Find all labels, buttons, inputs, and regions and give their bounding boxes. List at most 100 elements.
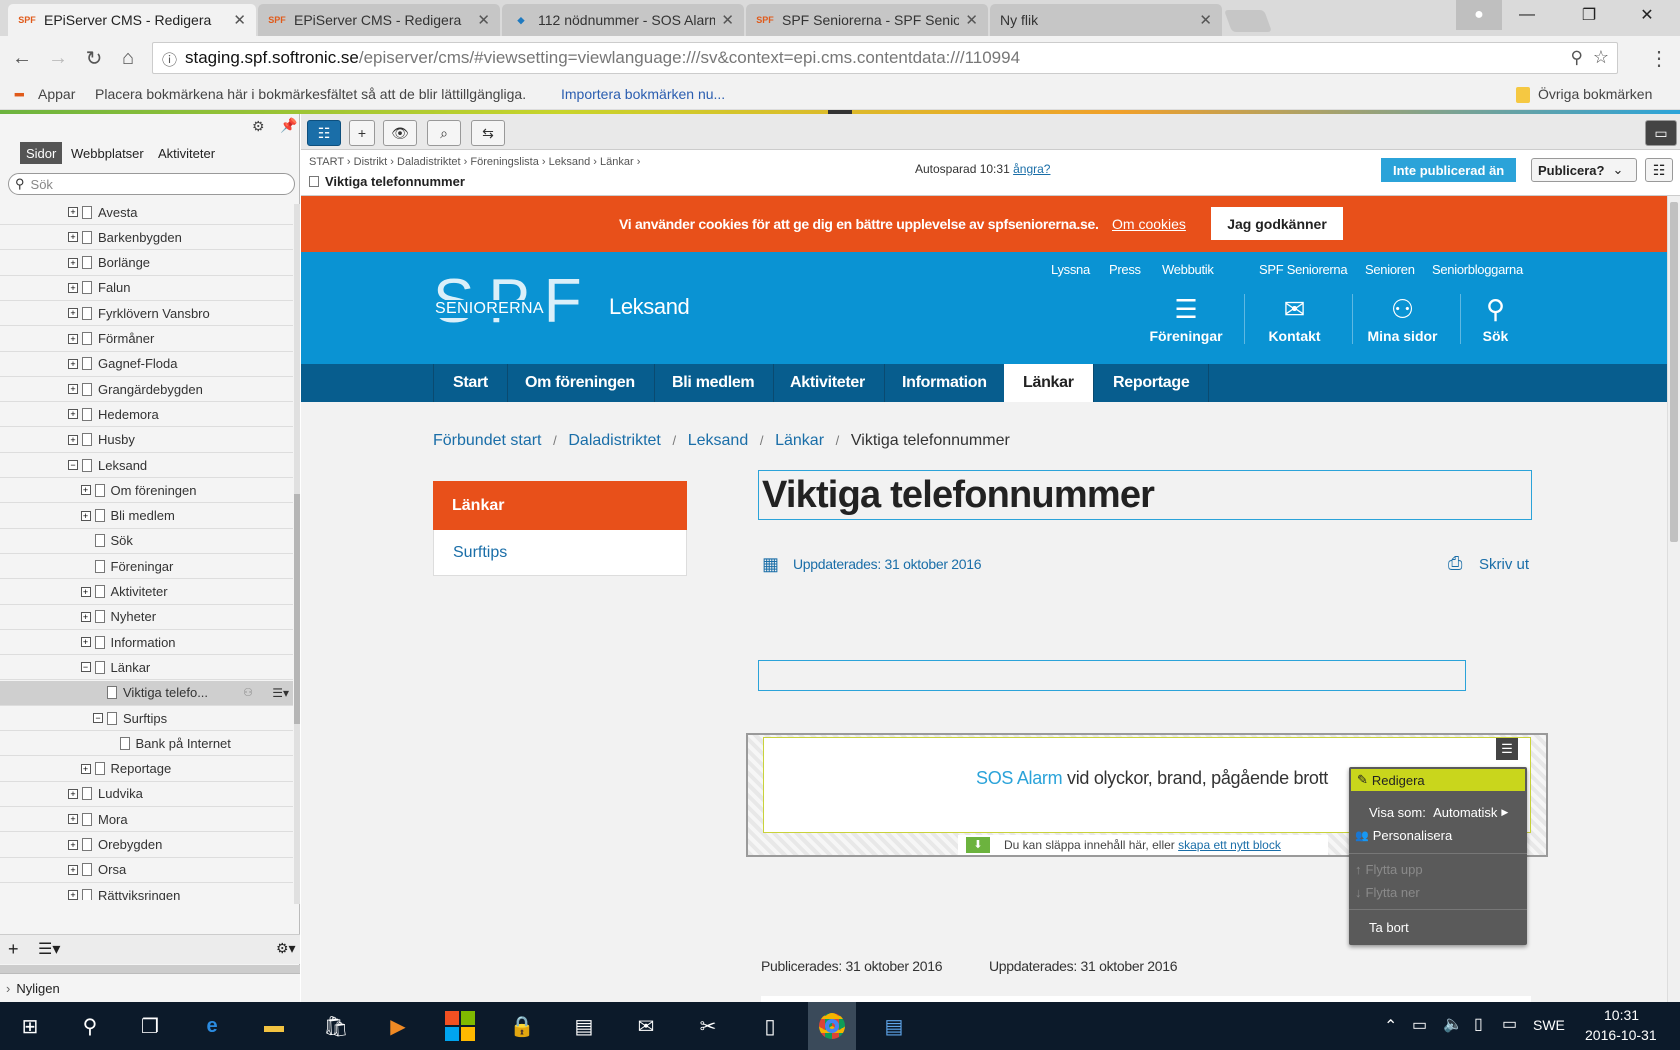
other-bookmarks[interactable]: Övriga bokmärken: [1538, 86, 1652, 102]
expand-icon[interactable]: +: [68, 207, 78, 217]
tree-item[interactable]: + Information: [0, 630, 293, 656]
recent-panel[interactable]: › Nyligen: [0, 973, 300, 1002]
expand-icon[interactable]: +: [68, 409, 78, 420]
minimize-icon[interactable]: —: [1504, 0, 1550, 30]
add-button[interactable]: +: [349, 120, 375, 146]
battery-icon[interactable]: ▯: [1474, 1014, 1483, 1034]
expand-icon[interactable]: +: [68, 308, 78, 319]
tab-4[interactable]: SPF SPF Seniorerna - SPF Seniorerna ✕: [746, 4, 988, 36]
tree-item[interactable]: + Borlänge: [0, 251, 293, 276]
block-menu-icon[interactable]: ☰: [1496, 738, 1518, 760]
side-nav-heading[interactable]: Länkar: [433, 481, 687, 530]
tree-item[interactable]: + Falun: [0, 276, 293, 301]
settings-icon[interactable]: ⚙▾: [276, 940, 296, 957]
collapse-icon[interactable]: −: [93, 713, 103, 723]
network-icon[interactable]: ▭: [1412, 1015, 1427, 1035]
tab-1[interactable]: SPF EPiServer CMS - Redigera ✕: [8, 4, 256, 36]
notes-icon[interactable]: ▤: [568, 1010, 600, 1042]
menu-information[interactable]: Information: [883, 364, 1007, 402]
close-window-icon[interactable]: ✕: [1624, 0, 1670, 30]
assets-pane-button[interactable]: ▭: [1645, 120, 1677, 146]
crumb-daladistriktet[interactable]: Daladistriktet: [568, 432, 660, 449]
document-icon[interactable]: ▯: [754, 1010, 786, 1042]
menu-start[interactable]: Start: [433, 364, 508, 402]
paint-icon[interactable]: ✂: [692, 1010, 724, 1042]
crumb-forbundet[interactable]: Förbundet start: [433, 432, 542, 449]
forward-icon[interactable]: →: [44, 44, 72, 72]
tab-activities[interactable]: Aktiviteter: [152, 142, 221, 164]
profile-icon[interactable]: ●: [1456, 0, 1502, 30]
menu-move-down[interactable]: ↓ Flytta ner: [1355, 885, 1420, 900]
tree-item[interactable]: − Leksand: [0, 453, 293, 478]
crumb-lankar[interactable]: Länkar: [600, 156, 634, 168]
expand-icon[interactable]: +: [68, 384, 78, 395]
menu-aktiviteter[interactable]: Aktiviteter: [771, 364, 885, 402]
tab-2[interactable]: SPF EPiServer CMS - Redigera ✕: [258, 4, 500, 36]
thunderbird-icon[interactable]: ✉: [630, 1010, 662, 1042]
crumb-foreningslista[interactable]: Föreningslista: [470, 156, 538, 168]
import-bookmarks-link[interactable]: Importera bokmärken nu...: [561, 86, 725, 102]
header-foreningar[interactable]: ☰ Föreningar: [1136, 294, 1236, 344]
tree-item[interactable]: Bank på Internet: [0, 731, 293, 757]
expand-icon[interactable]: +: [68, 333, 78, 344]
tree-item[interactable]: + Aktiviteter: [0, 580, 293, 605]
menu-delete[interactable]: Ta bort: [1369, 920, 1409, 935]
print-icon[interactable]: ⎙: [1448, 553, 1462, 574]
crumb-distrikt[interactable]: Distrikt: [354, 156, 388, 168]
menu-personalize[interactable]: 👥 Personalisera: [1355, 828, 1452, 843]
expand-icon[interactable]: +: [80, 485, 91, 496]
link-press[interactable]: Press: [1109, 262, 1141, 277]
back-icon[interactable]: ←: [8, 44, 36, 72]
add-icon[interactable]: +: [8, 939, 19, 960]
page-title[interactable]: Viktiga telefonnummer: [758, 470, 1532, 520]
tree-item[interactable]: + Mora: [0, 807, 293, 833]
tree-item[interactable]: + Rättviksringen: [0, 883, 293, 900]
crumb-leksand[interactable]: Leksand: [549, 156, 591, 168]
expand-icon[interactable]: +: [68, 358, 78, 369]
task-view-icon[interactable]: ❐: [134, 1010, 166, 1042]
collapse-icon[interactable]: −: [68, 460, 78, 470]
view-button[interactable]: 👁: [383, 120, 417, 146]
tree-item[interactable]: − Länkar: [0, 655, 293, 681]
tree-item[interactable]: Föreningar: [0, 554, 293, 580]
apps-icon[interactable]: ▪▪▪: [14, 86, 25, 102]
expand-icon[interactable]: +: [68, 282, 78, 293]
reload-icon[interactable]: ↻: [80, 44, 108, 72]
undo-link[interactable]: ångra?: [1013, 162, 1050, 176]
chrome-icon[interactable]: [808, 1002, 856, 1050]
expand-icon[interactable]: +: [80, 763, 91, 774]
restore-icon[interactable]: ❐: [1566, 0, 1612, 30]
crumb-leksand[interactable]: Leksand: [688, 432, 749, 449]
side-nav-surftips[interactable]: Surftips: [433, 530, 687, 576]
expand-icon[interactable]: +: [68, 890, 78, 900]
clock-time[interactable]: 10:31: [1604, 1007, 1639, 1023]
link-spf-seniorerna[interactable]: SPF Seniorerna: [1259, 262, 1348, 277]
tree-item[interactable]: + Orebygden: [0, 833, 293, 858]
tree-item[interactable]: + Ludvika: [0, 782, 293, 807]
cookie-info-link[interactable]: Om cookies: [1112, 216, 1186, 232]
link-seniorbloggarna[interactable]: Seniorbloggarna: [1432, 262, 1523, 277]
create-block-link[interactable]: skapa ett nytt block: [1178, 838, 1281, 852]
tree-item[interactable]: + Reportage: [0, 757, 293, 782]
tree-item-menu-icon[interactable]: ☰▾: [272, 686, 289, 700]
tree-item[interactable]: Sök: [0, 529, 293, 554]
chevron-up-icon[interactable]: ⌃: [1384, 1016, 1397, 1036]
sos-alarm-link[interactable]: SOS Alarm: [976, 768, 1063, 788]
expand-icon[interactable]: +: [80, 510, 91, 521]
print-link[interactable]: Skriv ut: [1479, 556, 1529, 573]
collapse-icon[interactable]: −: [80, 662, 91, 673]
store-icon[interactable]: 🛍: [320, 1010, 352, 1042]
close-icon[interactable]: ✕: [1199, 11, 1212, 29]
toggle-tree-button[interactable]: ☷: [307, 120, 341, 146]
expand-icon[interactable]: +: [68, 257, 78, 268]
menu-reportage[interactable]: Reportage: [1094, 364, 1210, 402]
tree-item[interactable]: + Bli medlem: [0, 504, 293, 529]
home-icon[interactable]: ⌂: [114, 44, 142, 72]
header-sok[interactable]: ⚲ Sök: [1460, 294, 1530, 344]
tree-item[interactable]: + Om föreningen: [0, 478, 293, 504]
crumb-daladistriktet[interactable]: Daladistriktet: [397, 156, 461, 168]
menu-bli-medlem[interactable]: Bli medlem: [653, 364, 775, 402]
preview-button[interactable]: ⌕: [427, 120, 461, 146]
tree-item[interactable]: + Förmåner: [0, 327, 293, 352]
menu-om-foreningen[interactable]: Om föreningen: [506, 364, 655, 402]
